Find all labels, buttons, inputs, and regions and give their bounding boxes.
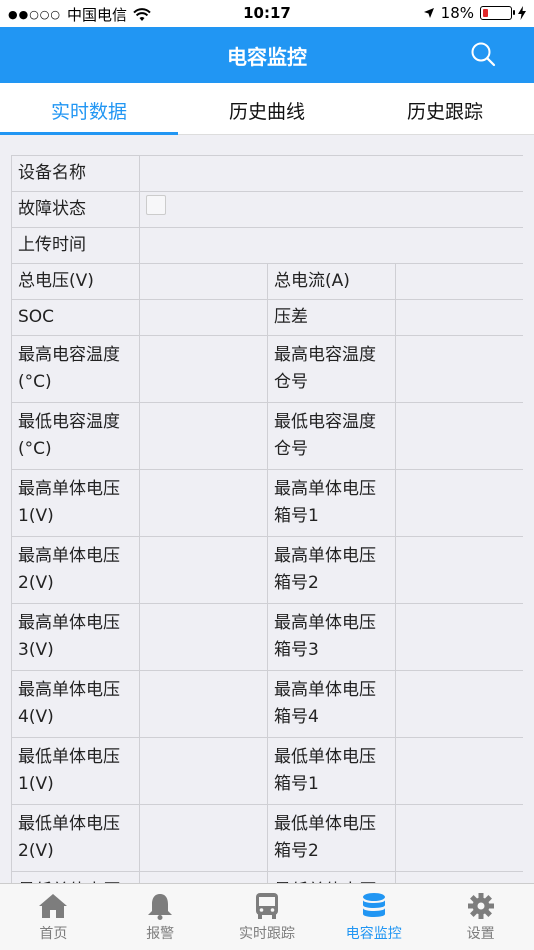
status-right: 18% bbox=[423, 4, 526, 22]
page-title: 电容监控 bbox=[227, 45, 307, 69]
cell-value-right bbox=[394, 536, 523, 604]
cell-label-left: 最低单体电压2(V) bbox=[11, 804, 140, 872]
location-arrow-icon bbox=[423, 8, 434, 18]
home-icon bbox=[39, 894, 68, 918]
table-row: 最高单体电压4(V) 最高单体电压箱号4 bbox=[11, 670, 523, 738]
table-row: 最高单体电压1(V) 最高单体电压箱号1 bbox=[11, 469, 523, 537]
cell-value-right bbox=[394, 804, 523, 872]
device-name-label: 设备名称 bbox=[11, 155, 140, 192]
fault-status-label: 故障状态 bbox=[11, 191, 140, 228]
cell-value-left bbox=[139, 469, 268, 537]
segment-tabs: 实时数据 历史曲线 历史跟踪 bbox=[0, 83, 534, 135]
cell-value-left bbox=[139, 603, 268, 671]
bottom-tab-settings[interactable]: 设置 bbox=[427, 884, 534, 950]
cell-label-left: 最低电容温度(°C) bbox=[11, 402, 140, 470]
cell-value-left bbox=[139, 402, 268, 470]
data-table-container[interactable]: 设备名称 故障状态 上传时间 总电压(V) 总电流(A) SOC 压差 最高电容… bbox=[11, 155, 523, 883]
cell-label-left: SOC bbox=[11, 299, 140, 336]
cell-label-right: 总电流(A) bbox=[267, 263, 396, 300]
table-row: 最高电容温度(°C) 最高电容温度仓号 bbox=[11, 335, 523, 403]
search-icon[interactable] bbox=[470, 41, 496, 67]
table-row: SOC 压差 bbox=[11, 299, 523, 336]
bell-icon bbox=[148, 894, 173, 920]
cell-value-left bbox=[139, 670, 268, 738]
cell-value-right bbox=[394, 299, 523, 336]
charging-bolt-icon bbox=[518, 6, 526, 20]
status-bar: ●●○○○ 中国电信 10:17 18% bbox=[0, 0, 534, 27]
bottom-tab-capacitor-monitor[interactable]: 电容监控 bbox=[320, 884, 427, 950]
cell-label-right: 最高单体电压箱号2 bbox=[267, 536, 396, 604]
cell-value-right bbox=[394, 737, 523, 805]
table-row: 最高单体电压3(V) 最高单体电压箱号3 bbox=[11, 603, 523, 671]
nav-bar: 电容监控 bbox=[0, 27, 534, 83]
capacitor-data-table: 设备名称 故障状态 上传时间 总电压(V) 总电流(A) SOC 压差 最高电容… bbox=[11, 155, 523, 883]
cell-label-right: 最低单体电压箱号1 bbox=[267, 737, 396, 805]
cell-label-right: 最低电容温度仓号 bbox=[267, 402, 396, 470]
bottom-tab-label: 实时跟踪 bbox=[238, 926, 295, 942]
battery-level bbox=[483, 9, 488, 17]
cell-value-right bbox=[394, 670, 523, 738]
cell-label-right: 最高电容温度仓号 bbox=[267, 335, 396, 403]
fault-status-cell bbox=[138, 191, 523, 228]
table-row: 最高单体电压2(V) 最高单体电压箱号2 bbox=[11, 536, 523, 604]
table-row: 故障状态 bbox=[11, 191, 523, 228]
bus-icon bbox=[255, 893, 278, 919]
bottom-tab-label: 首页 bbox=[39, 926, 68, 942]
table-row: 最低单体电压3(V) 最低单体电压箱号3 bbox=[11, 871, 523, 883]
bottom-tab-realtime-tracking[interactable]: 实时跟踪 bbox=[214, 884, 321, 950]
cell-label-left: 最高单体电压2(V) bbox=[11, 536, 140, 604]
upload-time-value bbox=[138, 227, 523, 264]
gear-icon bbox=[467, 893, 494, 919]
table-row: 总电压(V) 总电流(A) bbox=[11, 263, 523, 300]
cell-value-left bbox=[139, 737, 268, 805]
cell-value-right bbox=[394, 335, 523, 403]
cell-label-left: 最高单体电压3(V) bbox=[11, 603, 140, 671]
cell-label-right: 最低单体电压箱号3 bbox=[267, 871, 396, 883]
table-row: 上传时间 bbox=[11, 227, 523, 264]
cell-value-left bbox=[139, 263, 268, 300]
cell-label-left: 最低单体电压1(V) bbox=[11, 737, 140, 805]
cell-value-right bbox=[394, 871, 523, 883]
tab-history-curve[interactable]: 历史曲线 bbox=[178, 83, 356, 134]
cell-value-right bbox=[394, 402, 523, 470]
cell-value-right bbox=[394, 263, 523, 300]
cell-value-right bbox=[394, 469, 523, 537]
device-name-value bbox=[138, 155, 523, 192]
cell-label-right: 最高单体电压箱号4 bbox=[267, 670, 396, 738]
cell-label-right: 最高单体电压箱号3 bbox=[267, 603, 396, 671]
bottom-tab-label: 电容监控 bbox=[345, 926, 402, 942]
cell-label-left: 总电压(V) bbox=[11, 263, 140, 300]
cell-label-left: 最高单体电压4(V) bbox=[11, 670, 140, 738]
cell-value-left bbox=[139, 299, 268, 336]
battery-percent: 18% bbox=[440, 4, 474, 22]
cell-value-left bbox=[139, 536, 268, 604]
cell-label-right: 最高单体电压箱号1 bbox=[267, 469, 396, 537]
cell-label-right: 压差 bbox=[267, 299, 396, 336]
cell-value-left bbox=[139, 871, 268, 883]
cell-value-right bbox=[394, 603, 523, 671]
cell-label-right: 最低单体电压箱号2 bbox=[267, 804, 396, 872]
bottom-tab-alarm[interactable]: 报警 bbox=[107, 884, 214, 950]
bottom-tab-home[interactable]: 首页 bbox=[0, 884, 107, 950]
bottom-tab-label: 设置 bbox=[466, 926, 495, 942]
database-icon bbox=[362, 893, 385, 917]
table-row: 最低单体电压1(V) 最低单体电压箱号1 bbox=[11, 737, 523, 805]
tab-realtime-data[interactable]: 实时数据 bbox=[0, 83, 178, 135]
upload-time-label: 上传时间 bbox=[11, 227, 140, 264]
table-row: 最低单体电压2(V) 最低单体电压箱号2 bbox=[11, 804, 523, 872]
table-row: 设备名称 bbox=[11, 155, 523, 192]
battery-icon bbox=[480, 6, 515, 20]
cell-label-left: 最高电容温度(°C) bbox=[11, 335, 140, 403]
cell-label-left: 最低单体电压3(V) bbox=[11, 871, 140, 883]
bottom-tab-bar: 首页 报警 实时跟踪 电容监控 设置 bbox=[0, 883, 534, 950]
cell-value-left bbox=[139, 804, 268, 872]
table-row: 最低电容温度(°C) 最低电容温度仓号 bbox=[11, 402, 523, 470]
cell-label-left: 最高单体电压1(V) bbox=[11, 469, 140, 537]
cell-value-left bbox=[139, 335, 268, 403]
tab-history-tracking[interactable]: 历史跟踪 bbox=[356, 83, 534, 134]
fault-status-checkbox[interactable] bbox=[146, 195, 166, 215]
bottom-tab-label: 报警 bbox=[146, 926, 175, 942]
